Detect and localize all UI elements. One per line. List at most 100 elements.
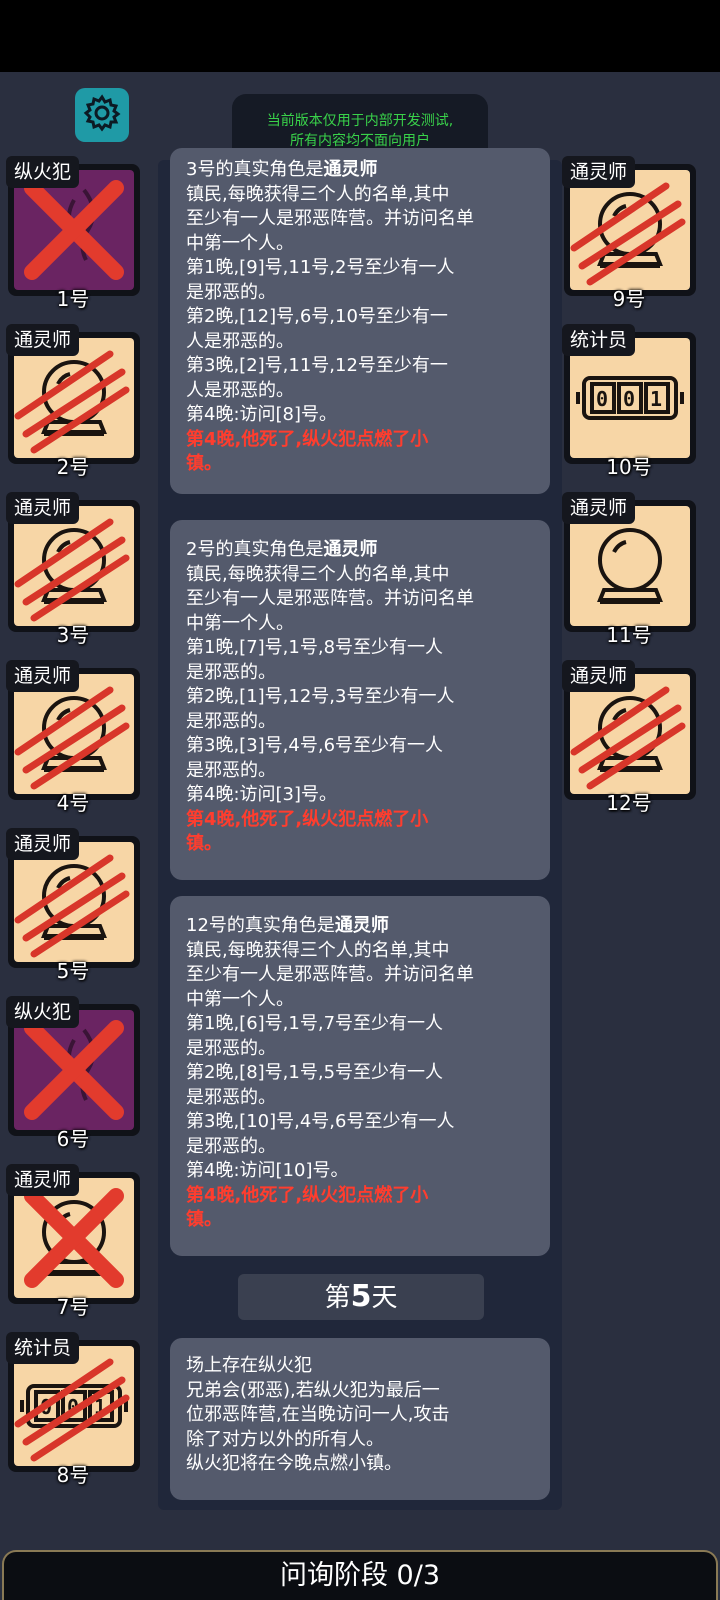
player-card[interactable]: 通灵师 2号 [6,324,140,479]
log-title-role: 通灵师 [323,159,378,180]
claw-mark-icon [14,338,134,458]
crystal-ball-icon [597,528,663,604]
player-role-label: 通灵师 [6,324,80,356]
claw-mark-icon [14,506,134,626]
log-line: 是邪恶的。 [186,710,276,732]
player-number: 8号 [56,1463,90,1487]
log-title-prefix: 3号的真实角色是 [186,159,324,180]
log-line: 第4晚:访问[10]号。 [186,1160,349,1181]
info-line: 纵火犯将在今晚点燃小镇。 [186,1453,402,1474]
player-card[interactable]: 通灵师 12号 [562,660,696,815]
log-death-line: 第4晚,他死了,纵火犯点燃了小 [186,1184,429,1206]
claw-mark-icon [14,674,134,794]
gear-icon [82,93,122,137]
eliminated-x-icon [14,1010,134,1130]
player-portrait [570,674,690,794]
log-line: 是邪恶的。 [186,1037,276,1059]
log-line: 是邪恶的。 [186,759,276,781]
player-card[interactable]: 通灵师 5号 [6,828,140,983]
day-banner: 第5天 [238,1274,484,1320]
player-role-label: 通灵师 [562,156,636,188]
log-line: 第1晚,[7]号,1号,8号至少有一人 [186,637,444,658]
player-card[interactable]: 通灵师 11号 [562,492,696,647]
player-role-label: 统计员 [6,1332,80,1364]
player-portrait [14,1178,134,1298]
player-card[interactable]: 0 0 1 统计员 10号 [562,324,696,479]
player-role-label: 通灵师 [6,828,80,860]
claw-mark-icon [570,170,690,290]
log-line: 第2晚,[12]号,6号,10号至少有一 [186,306,448,327]
player-portrait [14,170,134,290]
player-card[interactable]: 纵火犯 1号 [6,156,140,311]
player-number: 3号 [56,623,90,647]
player-card[interactable]: 001统计员 8号 [6,1332,140,1487]
log-title-role: 通灵师 [334,915,389,936]
player-card[interactable]: 通灵师 7号 [6,1164,140,1319]
player-portrait [14,338,134,458]
log-line: 至少有一人是邪恶阵营。并访问名单 [186,964,474,985]
log-line: 中第一个人。 [186,612,294,634]
log-line: 中第一个人。 [186,988,294,1010]
player-number: 4号 [56,791,90,815]
info-line: 场上存在纵火犯 [186,1355,312,1376]
log-line: 是邪恶的。 [186,1135,276,1157]
log-line: 至少有一人是邪恶阵营。并访问名单 [186,588,474,609]
player-portrait: 001 [14,1346,134,1466]
log-line: 人是邪恶的。 [186,330,294,352]
player-card[interactable]: 通灵师 9号 [562,156,696,311]
info-line: 除了对方以外的所有人。 [186,1428,384,1450]
player-portrait [570,506,690,626]
player-role-label: 纵火犯 [6,156,80,188]
svg-text:0: 0 [596,387,608,411]
svg-text:0: 0 [623,387,635,411]
player-portrait: 001 [570,338,690,458]
log-line: 镇民,每晚获得三个人的名单,其中 [186,183,450,205]
claw-mark-icon [570,674,690,794]
player-role-label: 通灵师 [6,492,80,524]
player-portrait [14,1010,134,1130]
player-portrait [14,674,134,794]
phase-label: 问询阶段 0/3 [279,1560,441,1591]
player-number: 6号 [56,1127,90,1151]
player-role-label: 通灵师 [562,492,636,524]
player-portrait [570,170,690,290]
claw-mark-icon [14,1346,134,1466]
day-suffix: 天 [371,1283,398,1313]
player-number: 5号 [56,959,90,983]
log-title: 2号的真实角色是通灵师 [186,538,534,563]
log-line: 人是邪恶的。 [186,379,294,401]
player-number: 2号 [56,455,90,479]
log-title: 3号的真实角色是通灵师 [186,158,534,183]
status-bar [0,0,720,72]
log-entry: 12号的真实角色是通灵师 镇民,每晚获得三个人的名单,其中 至少有一人是邪恶阵营… [170,896,550,1256]
day-prefix: 第 [324,1283,351,1313]
eliminated-x-icon [14,170,134,290]
log-death-line: 第4晚,他死了,纵火犯点燃了小 [186,428,429,450]
log-line: 镇民,每晚获得三个人的名单,其中 [186,939,450,961]
player-number: 10号 [606,455,652,479]
log-death-line: 镇。 [186,1209,222,1230]
log-title-prefix: 2号的真实角色是 [186,539,324,560]
log-death-line: 镇。 [186,453,222,474]
phase-bar[interactable]: 问询阶段 0/3 [2,1550,718,1600]
log-line: 镇民,每晚获得三个人的名单,其中 [186,563,450,585]
log-title-prefix: 12号的真实角色是 [186,915,335,936]
log-line: 第1晚,[9]号,11号,2号至少有一人 [186,257,455,278]
info-line: 兄弟会(邪恶),若纵火犯为最后一 [186,1379,440,1401]
player-number: 12号 [606,791,652,815]
player-role-label: 通灵师 [6,660,80,692]
player-role-label: 通灵师 [6,1164,80,1196]
player-card[interactable]: 通灵师 4号 [6,660,140,815]
player-number: 9号 [612,287,646,311]
log-title-role: 通灵师 [323,539,378,560]
log-line: 第3晚,[2]号,11号,12号至少有一 [186,355,448,376]
settings-button[interactable] [75,88,129,142]
player-number: 1号 [56,287,90,311]
svg-text:1: 1 [650,387,662,411]
log-line: 中第一个人。 [186,232,294,254]
eliminated-x-icon [14,1178,134,1298]
player-portrait [14,506,134,626]
log-death-line: 镇。 [186,833,222,854]
player-card[interactable]: 通灵师 3号 [6,492,140,647]
player-card[interactable]: 纵火犯 6号 [6,996,140,1151]
